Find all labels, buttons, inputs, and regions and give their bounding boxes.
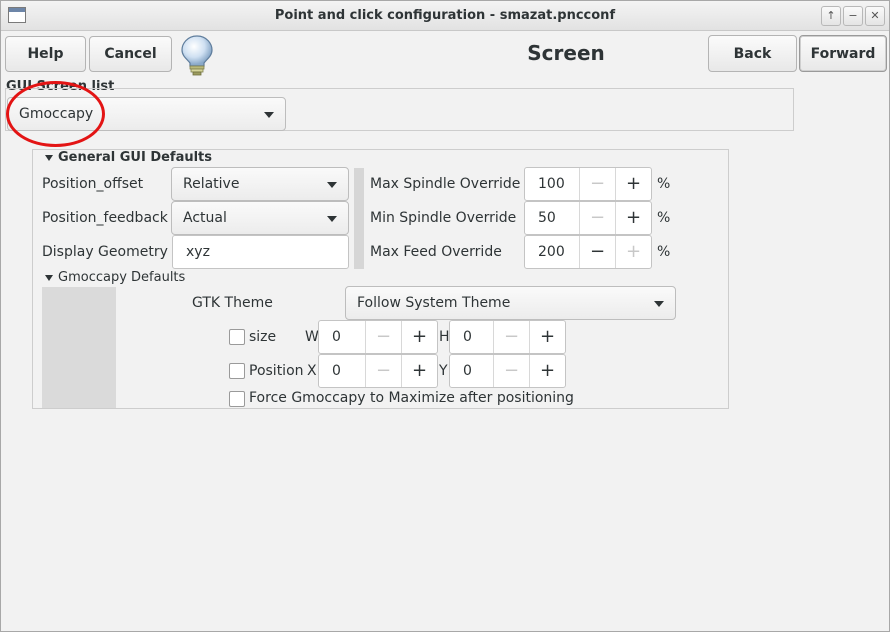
page-title: Screen [527, 41, 605, 65]
decrement-icon[interactable]: − [579, 202, 615, 234]
minimize-icon[interactable]: − [843, 6, 863, 26]
decrement-icon[interactable]: − [365, 355, 401, 387]
position-label: Position [249, 363, 304, 379]
gmoccapy-defaults-label[interactable]: Gmoccapy Defaults [58, 270, 185, 285]
percent-unit: % [657, 210, 671, 226]
increment-icon[interactable]: + [615, 236, 651, 268]
size-checkbox[interactable] [229, 329, 245, 345]
min-spindle-override-label: Min Spindle Override [370, 210, 517, 226]
w-label: W [305, 329, 319, 345]
height-value: 0 [463, 329, 472, 345]
help-button[interactable]: Help [5, 36, 86, 72]
max-feed-override-label: Max Feed Override [370, 244, 502, 260]
position-offset-value: Relative [183, 176, 240, 192]
up-icon[interactable]: ↑ [821, 6, 841, 26]
close-icon[interactable]: ✕ [865, 6, 885, 26]
decrement-icon[interactable]: − [365, 321, 401, 353]
chevron-down-icon [327, 216, 337, 222]
app-window: Point and click configuration - smazat.p… [0, 0, 890, 632]
position-offset-combo[interactable]: Relative [171, 167, 349, 201]
general-gui-defaults-label[interactable]: General GUI Defaults [58, 150, 212, 165]
increment-icon[interactable]: + [529, 355, 565, 387]
y-position-spin[interactable]: 0 − + [449, 354, 566, 388]
increment-icon[interactable]: + [401, 355, 437, 387]
min-spindle-override-spin[interactable]: 50 − + [524, 201, 652, 235]
max-spindle-override-spin[interactable]: 100 − + [524, 167, 652, 201]
width-spin[interactable]: 0 − + [318, 320, 438, 354]
expander-arrow-icon[interactable] [45, 155, 53, 161]
height-spin[interactable]: 0 − + [449, 320, 566, 354]
indent-block [42, 287, 116, 408]
lightbulb-icon [181, 35, 213, 76]
back-button[interactable]: Back [708, 35, 797, 72]
x-label: X [307, 363, 317, 379]
increment-icon[interactable]: + [401, 321, 437, 353]
increment-icon[interactable]: + [615, 202, 651, 234]
cancel-button[interactable]: Cancel [89, 36, 172, 72]
max-feed-override-spin[interactable]: 200 − + [524, 235, 652, 269]
position-checkbox[interactable] [229, 363, 245, 379]
force-maximize-label: Force Gmoccapy to Maximize after positio… [249, 390, 574, 406]
position-feedback-value: Actual [183, 210, 227, 226]
decrement-icon[interactable]: − [493, 355, 529, 387]
gtk-theme-label: GTK Theme [192, 295, 273, 311]
max-spindle-override-label: Max Spindle Override [370, 176, 521, 192]
decrement-icon[interactable]: − [579, 168, 615, 200]
pane-separator [354, 168, 364, 269]
size-label: size [249, 329, 277, 345]
force-maximize-checkbox[interactable] [229, 391, 245, 407]
percent-unit: % [657, 176, 671, 192]
min-spindle-override-value: 50 [538, 210, 556, 226]
position-feedback-combo[interactable]: Actual [171, 201, 349, 235]
h-label: H [439, 329, 450, 345]
chevron-down-icon [327, 182, 337, 188]
y-position-value: 0 [463, 363, 472, 379]
display-geometry-input[interactable]: xyz [172, 235, 349, 269]
expander-arrow-icon[interactable] [45, 275, 53, 281]
increment-icon[interactable]: + [615, 168, 651, 200]
window-title: Point and click configuration - smazat.p… [274, 8, 616, 23]
chevron-down-icon [654, 301, 664, 307]
y-label: Y [439, 363, 448, 379]
gtk-theme-combo[interactable]: Follow System Theme [345, 286, 676, 320]
decrement-icon[interactable]: − [579, 236, 615, 268]
x-position-value: 0 [332, 363, 341, 379]
width-value: 0 [332, 329, 341, 345]
max-feed-override-value: 200 [538, 244, 565, 260]
increment-icon[interactable]: + [529, 321, 565, 353]
decrement-icon[interactable]: − [493, 321, 529, 353]
titlebar: Point and click configuration - smazat.p… [1, 1, 889, 31]
x-position-spin[interactable]: 0 − + [318, 354, 438, 388]
percent-unit: % [657, 244, 671, 260]
position-offset-label: Position_offset [42, 176, 144, 192]
position-feedback-label: Position_feedback [42, 210, 168, 226]
display-geometry-label: Display Geometry [42, 244, 168, 260]
forward-button[interactable]: Forward [799, 35, 887, 72]
gtk-theme-value: Follow System Theme [357, 295, 511, 311]
max-spindle-override-value: 100 [538, 176, 565, 192]
annotation-circle [6, 81, 105, 147]
chevron-down-icon [264, 112, 274, 118]
